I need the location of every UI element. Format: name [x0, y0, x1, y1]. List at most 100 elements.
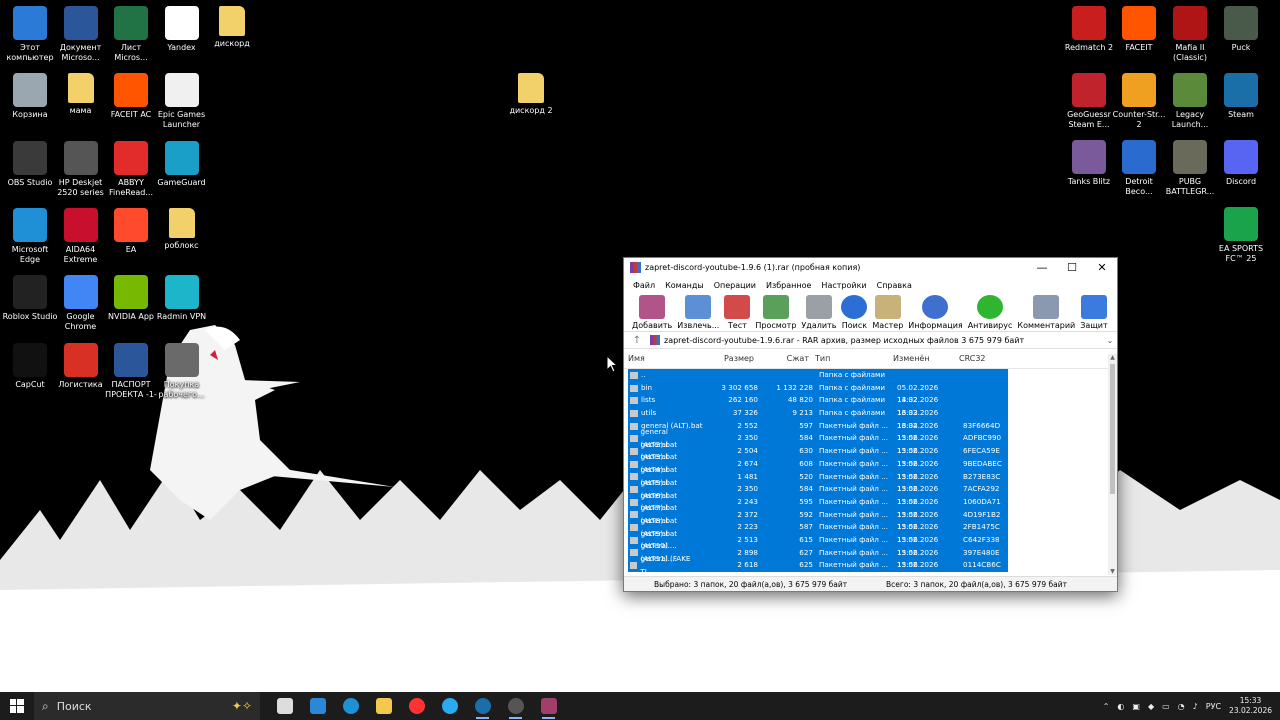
desktop-icon[interactable]: Counter-Str... 2	[1111, 73, 1167, 130]
col-header-name[interactable]: Имя	[624, 354, 699, 368]
taskbar-app[interactable]	[367, 692, 400, 720]
minimize-button[interactable]: —	[1027, 258, 1057, 277]
file-list[interactable]: Имя Размер Сжат Тип Изменён CRC32 .. Папк…	[624, 354, 1108, 575]
taskbar-app[interactable]	[499, 692, 532, 720]
language-indicator[interactable]: РУС	[1206, 702, 1221, 711]
start-button[interactable]	[0, 692, 34, 720]
toolbar-button[interactable]: Комментарий	[1017, 293, 1075, 330]
clock[interactable]: 15:33 23.02.2026	[1229, 696, 1272, 716]
col-header-type[interactable]: Тип	[809, 354, 889, 368]
winrar-window[interactable]: zapret-discord-youtube-1.9.6 (1).rar (пр…	[623, 257, 1118, 592]
toolbar-button[interactable]: Мастер	[872, 293, 903, 330]
taskbar-app[interactable]	[334, 692, 367, 720]
toolbar-button[interactable]: Защит	[1080, 293, 1108, 330]
taskbar-app[interactable]	[400, 692, 433, 720]
desktop-icon[interactable]: дискорд	[204, 6, 260, 49]
col-header-modified[interactable]: Изменён	[889, 354, 957, 368]
taskbar-app[interactable]	[532, 692, 565, 720]
chevron-up-icon[interactable]: ⌃	[1103, 702, 1110, 711]
desktop-icon[interactable]: GameGuard	[154, 140, 210, 188]
toolbar-button[interactable]: Извлечь...	[677, 293, 719, 330]
maximize-button[interactable]: ☐	[1057, 258, 1087, 277]
desktop-icon[interactable]: Покупка рабочего...	[154, 342, 210, 400]
desktop-icon[interactable]: Epic Games Launcher	[154, 73, 210, 130]
desktop-icon[interactable]: Этот компьютер	[2, 6, 58, 63]
table-row[interactable]: lists 262 160 48 820 Папка с файлами 13.02.2…	[628, 394, 1008, 417]
desktop-icon[interactable]: Detroit Beco...	[1111, 140, 1167, 197]
col-header-size[interactable]: Размер	[699, 354, 754, 368]
desktop-icon[interactable]: Yandex	[154, 6, 210, 53]
col-header-crc[interactable]: CRC32	[957, 354, 1003, 368]
desktop-icon[interactable]: EA SPORTS FC™ 25	[1213, 207, 1269, 264]
taskbar-app[interactable]	[466, 692, 499, 720]
title-bar[interactable]: zapret-discord-youtube-1.9.6 (1).rar (пр…	[624, 258, 1117, 277]
menu-options[interactable]: Настройки	[821, 281, 866, 290]
display-icon[interactable]: ▣	[1132, 702, 1140, 711]
desktop-icon[interactable]: роблокс	[154, 207, 210, 251]
volume-icon[interactable]: ♪	[1193, 702, 1198, 711]
menu-file[interactable]: Файл	[633, 281, 655, 290]
taskbar-app[interactable]	[433, 692, 466, 720]
archive-path[interactable]: zapret-discord-youtube-1.9.6.rar - RAR а…	[664, 336, 1103, 345]
table-row[interactable]: utils 37 326 9 213 Папка с файлами 13.02.202…	[628, 407, 1008, 430]
desktop-icon[interactable]: AIDA64 Extreme	[53, 207, 109, 265]
close-button[interactable]: ✕	[1087, 258, 1117, 277]
taskbar-app[interactable]	[301, 692, 334, 720]
desktop-icon[interactable]: Логистика	[53, 342, 109, 390]
menu-operations[interactable]: Операции	[714, 281, 756, 290]
desktop-icon[interactable]: Mafia II (Classic)	[1162, 6, 1218, 63]
taskbar-app[interactable]	[268, 692, 301, 720]
desktop-icon[interactable]: Discord	[1213, 140, 1269, 187]
taskbar-search[interactable]: ⌕ Поиск ✦✧	[34, 692, 260, 720]
toolbar-button[interactable]: Информация	[908, 293, 963, 330]
scroll-down-icon[interactable]: ▼	[1108, 568, 1117, 575]
desktop-icon[interactable]: OBS Studio	[2, 140, 58, 188]
table-row[interactable]: bin 3 302 658 1 132 228 Папка с файлами 05.0…	[628, 381, 1008, 404]
toolbar-button[interactable]: Поиск	[841, 293, 868, 330]
wifi-icon[interactable]: ◔	[1178, 702, 1185, 711]
table-row[interactable]: general (FAKE TL... 2 618 625 Пакетный файл…	[628, 554, 1008, 575]
desktop-icon[interactable]: Лист Micros...	[103, 6, 159, 63]
menu-favorites[interactable]: Избранное	[766, 281, 811, 290]
menu-commands[interactable]: Команды	[665, 281, 704, 290]
desktop-icon[interactable]: Microsoft Edge	[2, 207, 58, 265]
network-icon[interactable]: ◐	[1117, 702, 1124, 711]
desktop-icon[interactable]: Radmin VPN	[154, 275, 210, 322]
menu-help[interactable]: Справка	[877, 281, 912, 290]
desktop-icon[interactable]: Tanks Blitz	[1061, 140, 1117, 187]
col-header-packed[interactable]: Сжат	[754, 354, 809, 368]
chevron-down-icon[interactable]: ⌄	[1103, 336, 1117, 345]
desktop-icon[interactable]: ПАСПОРТ ПРОЕКТА -1-	[103, 342, 159, 400]
desktop-icon[interactable]: Документ Microso...	[53, 6, 109, 63]
desktop-icon[interactable]: GeoGuessr Steam E...	[1061, 73, 1117, 130]
up-arrow-icon[interactable]: ↑	[624, 335, 650, 346]
desktop-icon[interactable]: Puck	[1213, 6, 1269, 53]
desktop-icon[interactable]: Steam	[1213, 73, 1269, 120]
desktop-icon[interactable]: HP Deskjet 2520 series	[53, 140, 109, 198]
desktop-icon[interactable]: EA	[103, 207, 159, 255]
desktop-icon[interactable]: Roblox Studio	[2, 275, 58, 322]
toolbar-button[interactable]: Тест	[724, 293, 751, 330]
desktop-icon[interactable]: CapCut	[2, 342, 58, 390]
desktop-icon[interactable]: PUBG BATTLEGR...	[1162, 140, 1218, 197]
desktop-icon[interactable]: Redmatch 2	[1061, 6, 1117, 53]
battery-icon[interactable]: ▭	[1162, 702, 1170, 711]
desktop-icon[interactable]: FACEIT AC	[103, 73, 159, 120]
toolbar-button[interactable]: Просмотр	[755, 293, 796, 330]
scroll-thumb[interactable]	[1110, 364, 1115, 494]
desktop-icon[interactable]: ABBYY FineRead...	[103, 140, 159, 198]
toolbar-button[interactable]: Добавить	[632, 293, 672, 330]
toolbar-button[interactable]: Удалить	[801, 293, 836, 330]
desktop-icon[interactable]: FACEIT	[1111, 6, 1167, 53]
table-row[interactable]: .. Папка с файлами	[628, 369, 1008, 382]
desktop-icon[interactable]: NVIDIA App	[103, 275, 159, 322]
vertical-scrollbar[interactable]: ▲ ▼	[1108, 354, 1117, 575]
desktop-icon[interactable]: Корзина	[2, 73, 58, 120]
toolbar-button[interactable]: Антивирус	[968, 293, 1012, 330]
desktop-icon[interactable]: мама	[53, 73, 109, 116]
scroll-up-icon[interactable]: ▲	[1108, 354, 1117, 361]
desktop-icon[interactable]: Legacy Launch...	[1162, 73, 1218, 130]
desktop-icon[interactable]: Google Chrome	[53, 275, 109, 332]
security-icon[interactable]: ◆	[1148, 702, 1154, 711]
desktop-icon[interactable]: дискорд 2	[503, 73, 559, 116]
